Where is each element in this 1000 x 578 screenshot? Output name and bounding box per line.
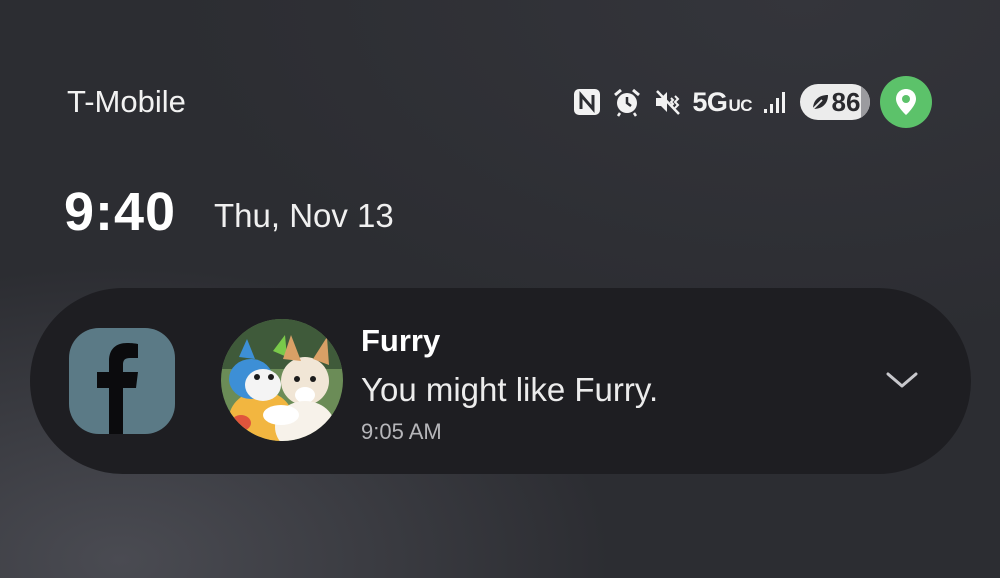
alarm-icon — [612, 87, 642, 117]
facebook-icon — [69, 328, 175, 434]
lockscreen-clock: 9:40 — [64, 182, 177, 242]
chevron-down-icon[interactable] — [885, 368, 919, 392]
notification-title: Furry — [361, 323, 441, 358]
notification-message: You might like Furry. — [361, 371, 659, 408]
status-icons: 5G UC 86 — [572, 76, 932, 128]
notification-card[interactable]: Furry You might like Furry. 9:05 AM — [30, 288, 971, 474]
carrier-name: T-Mobile — [67, 84, 186, 119]
furry-mascots-avatar — [221, 319, 343, 441]
network-type: 5G UC — [692, 87, 752, 118]
location-icon — [880, 76, 932, 128]
signal-icon — [762, 89, 788, 115]
network-label: 5G — [692, 86, 728, 117]
battery-level: 86 — [831, 86, 861, 117]
notification-time: 9:05 AM — [361, 419, 442, 444]
network-suffix: UC — [728, 95, 752, 115]
nfc-icon — [572, 87, 602, 117]
battery-indicator: 86 — [800, 84, 870, 120]
lockscreen-date: Thu, Nov 13 — [214, 197, 394, 234]
battery-saver-leaf-icon — [810, 92, 830, 112]
vibrate-mute-icon — [652, 87, 682, 117]
